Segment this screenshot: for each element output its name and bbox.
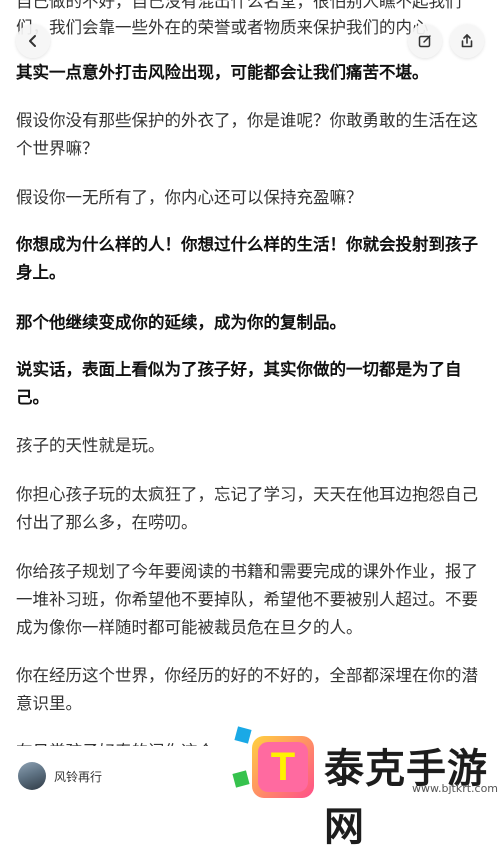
article-paragraph: 假设你一无所有了，你内心还可以保持充盈嘛？ <box>16 188 363 207</box>
watermark-url: www.bjtkrt.com <box>412 782 499 795</box>
avatar[interactable] <box>18 762 46 790</box>
edit-icon <box>418 35 431 48</box>
article-paragraph: 孩子的天性就是玩。 <box>16 436 165 455</box>
watermark: T 泰克手游网 www.bjtkrt.com <box>232 722 500 850</box>
watermark-badge: T <box>252 736 314 798</box>
article-paragraph: 你想成为什么样的人！你想过什么样的生活！你就会投射到孩子身上。 <box>16 235 478 282</box>
article-paragraph: 那个他继续变成你的延续，成为你的复制品。 <box>16 313 346 332</box>
article-paragraph: 假设你没有那些保护的外衣了，你是谁呢？你敢勇敢的生活在这个世界嘛？ <box>16 111 478 158</box>
article-paragraph: 说实话，表面上看似为了孩子好，其实你做的一切都是为了自己。 <box>16 360 462 407</box>
article-paragraph: 你担心孩子玩的太疯狂了，忘记了学习，天天在他耳边抱怨自己付出了那么多，在唠叨。 <box>16 485 478 532</box>
article-paragraph: 其实一点意外打击风险出现，可能都会让我们痛苦不堪。 <box>16 63 429 82</box>
share-button[interactable] <box>450 24 484 58</box>
author-name[interactable]: 风铃再行 <box>54 768 102 785</box>
edit-button[interactable] <box>408 24 442 58</box>
chevron-left-icon <box>29 35 36 47</box>
article-paragraph: 你给孩子规划了今年要阅读的书籍和需要完成的课外作业，报了一堆补习班，你希望他不要… <box>16 562 478 637</box>
back-button[interactable] <box>16 24 50 58</box>
share-icon <box>461 34 473 48</box>
article-paragraph: 你在经历这个世界，你经历的好的不好的，全部都深埋在你的潜意识里。 <box>16 666 478 713</box>
watermark-badge-letter: T <box>258 742 308 792</box>
